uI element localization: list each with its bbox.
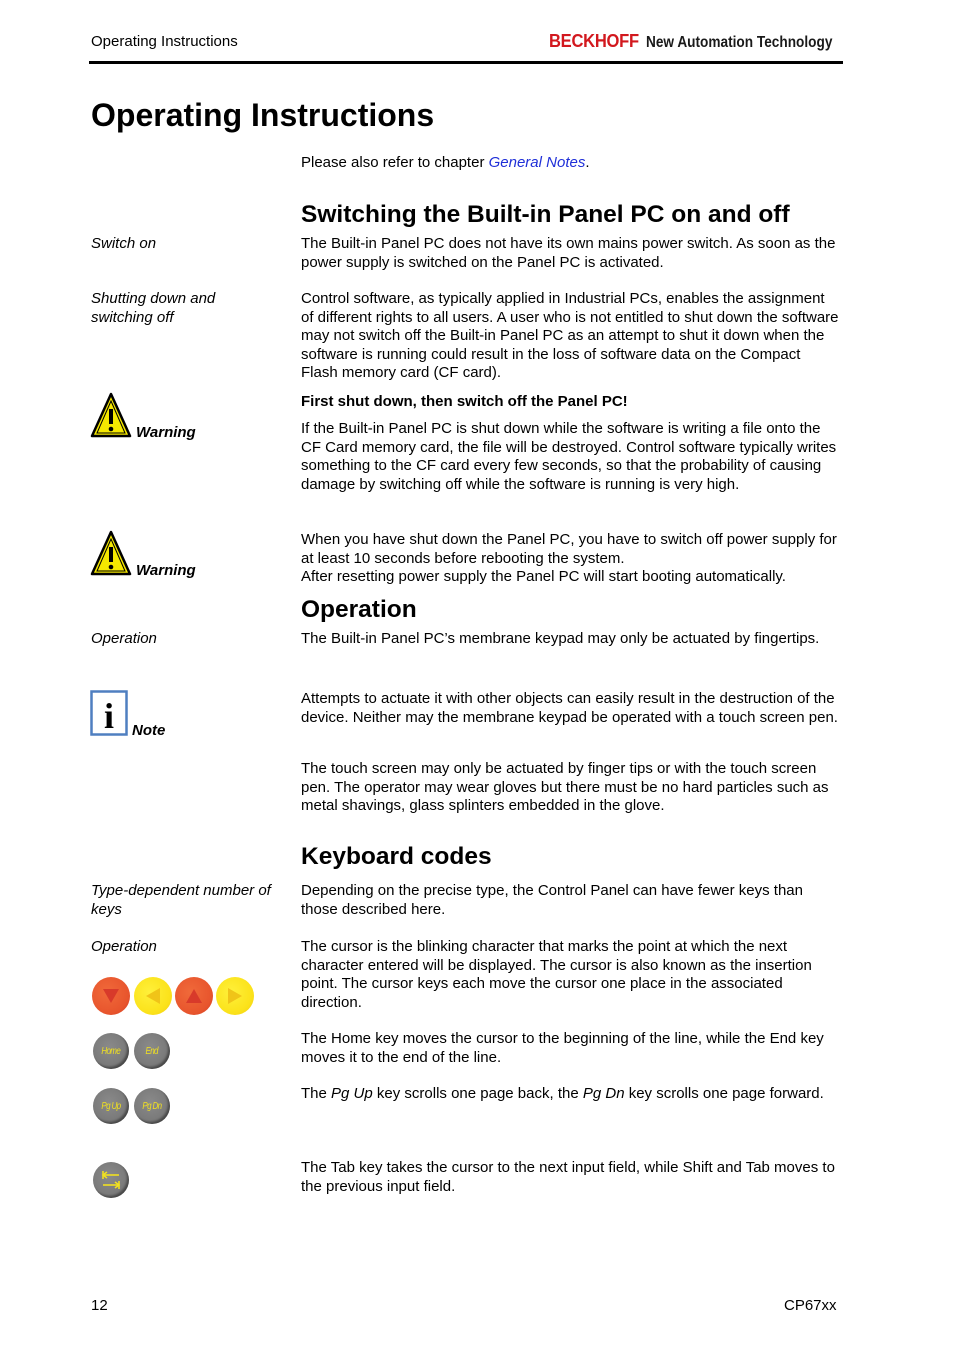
type-dependent-text: Depending on the precise type, the Contr… [301,882,803,918]
side-label-type-dependent: Type-dependent number of keys [91,882,271,918]
tab-key [93,1162,129,1198]
intro-text: Please also refer to chapter General Not… [301,154,841,173]
intro-prefix: Please also refer to chapter [301,154,489,171]
arrow-up-icon [186,989,202,1003]
pgdn-key-label: Pg Dn [142,1100,162,1112]
arrow-left-icon [146,988,160,1004]
note-label: Note [132,722,166,739]
section-heading-keyboard: Keyboard codes [301,843,492,870]
warning-icon [90,392,132,438]
pg-text-part: key scrolls one page back, the [372,1085,583,1102]
intro-suffix: . [585,154,590,171]
warning-icon [90,530,132,576]
page-title: Operating Instructions [91,97,435,133]
warning-label: Warning [136,562,196,579]
side-label-shutdown: Shutting down and switching off [91,290,216,326]
note-text-2: The touch screen may only be actuated by… [301,760,829,815]
warning-text: If the Built-in Panel PC is shut down wh… [301,420,837,493]
page-keys-text: The Pg Up key scrolls one page back, the… [301,1085,841,1104]
side-label-switch-on: Switch on [91,235,157,252]
tab-text: The Tab key takes the cursor to the next… [301,1159,835,1195]
svg-text:i: i [104,696,114,736]
pgup-key: Pg Up [93,1088,129,1124]
warning-title: First shut down, then switch off the Pan… [301,393,628,410]
home-key: Home [93,1033,129,1069]
reboot-text: After resetting power supply the Panel P… [301,568,786,585]
brand-name: BECKHOFF [549,31,639,51]
side-label-operation: Operation [91,630,157,647]
pg-up-term: Pg Up [331,1085,373,1102]
info-note-icon: i [90,690,128,736]
brand-tagline: New Automation Technology [645,34,833,51]
note-text-1: Attempts to actuate it with other object… [301,690,838,726]
product-name: CP67xx [784,1297,837,1314]
cursor-up-key [175,977,213,1015]
general-notes-link[interactable]: General Notes [489,154,586,171]
switch-on-text: The Built-in Panel PC does not have its … [301,235,836,271]
pg-text-part: The [301,1085,332,1102]
tab-arrows-icon [101,1171,121,1189]
arrow-right-icon [228,988,242,1004]
pg-dn-term: Pg Dn [582,1085,625,1102]
cursor-left-key [134,977,172,1015]
pgdn-key: Pg Dn [134,1088,170,1124]
cursor-right-key [216,977,254,1015]
pgup-key-label: Pg Up [101,1100,121,1112]
operation-text: The Built-in Panel PC’s membrane keypad … [301,630,820,647]
section-heading-switching: Switching the Built-in Panel PC on and o… [301,201,790,228]
page-number: 12 [91,1297,108,1314]
header-section-title: Operating Instructions [91,33,238,50]
power-off-text: When you have shut down the Panel PC, yo… [301,531,837,567]
cursor-down-key [92,977,130,1015]
brand-logo: BECKHOFF New Automation Technology [549,31,857,52]
cursor-text: The cursor is the blinking character tha… [301,938,812,1011]
home-key-label: Home [101,1045,121,1057]
end-key-label: End [145,1045,159,1057]
section-heading-operation: Operation [301,596,417,623]
arrow-down-icon [103,989,119,1003]
header-divider [89,61,843,64]
pg-text-part: key scrolls one page forward. [624,1085,824,1102]
warning-label: Warning [136,424,196,441]
shutdown-text: Control software, as typically applied i… [301,290,839,382]
end-key: End [134,1033,170,1069]
home-end-text: The Home key moves the cursor to the beg… [301,1030,824,1066]
side-label-keyboard-operation: Operation [91,938,157,955]
